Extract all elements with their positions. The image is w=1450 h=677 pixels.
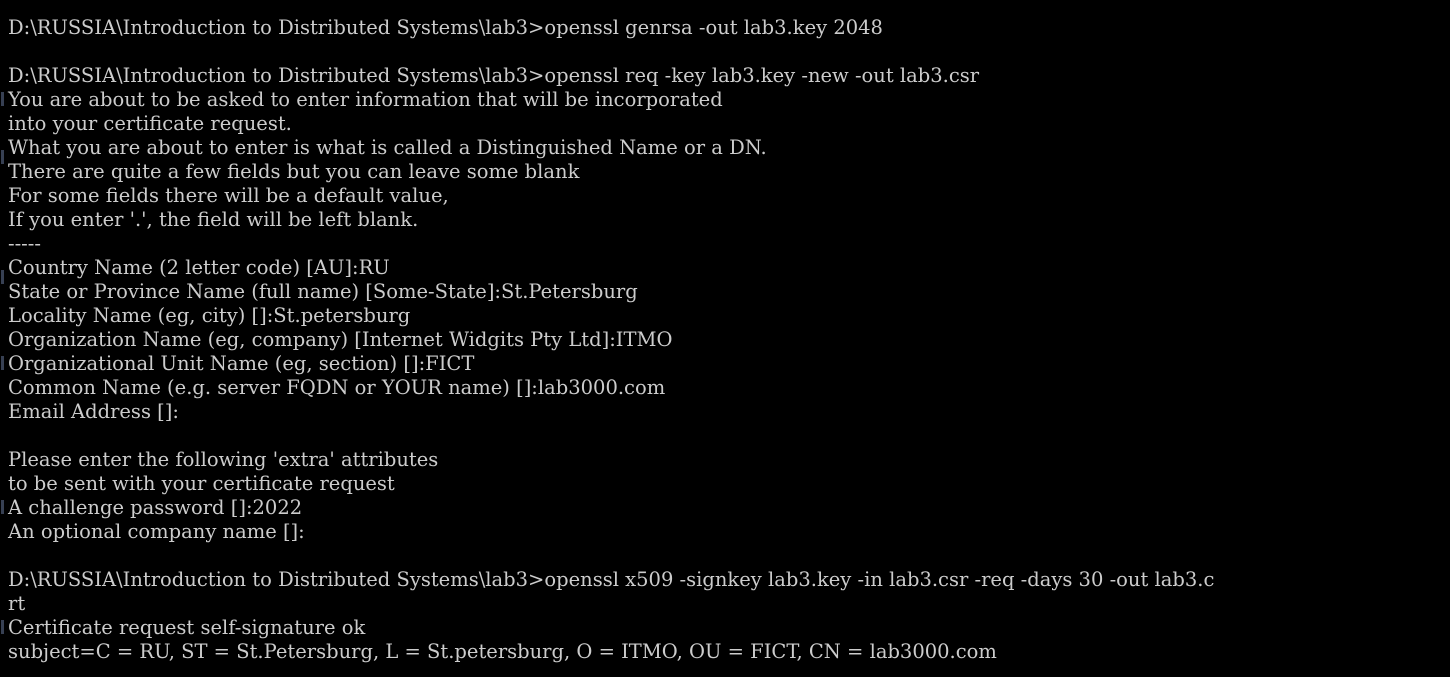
console-line: A challenge password []:2022 bbox=[8, 496, 303, 519]
console-line: Country Name (2 letter code) [AU]:RU bbox=[8, 256, 390, 279]
console-line: to be sent with your certificate request bbox=[8, 472, 395, 495]
console-line: Common Name (e.g. server FQDN or YOUR na… bbox=[8, 376, 666, 399]
console-line: You are about to be asked to enter infor… bbox=[8, 88, 723, 111]
console-line: rt bbox=[8, 592, 26, 615]
console-line: ----- bbox=[8, 232, 41, 255]
console-line: What you are about to enter is what is c… bbox=[8, 136, 767, 159]
left-edge-artifacts bbox=[0, 0, 6, 677]
console-line: into your certificate request. bbox=[8, 112, 292, 135]
console-output: D:\RUSSIA\Introduction to Distributed Sy… bbox=[8, 16, 1450, 664]
console-window[interactable]: D:\RUSSIA\Introduction to Distributed Sy… bbox=[0, 0, 1450, 677]
console-line: For some fields there will be a default … bbox=[8, 184, 449, 207]
console-line: Certificate request self-signature ok bbox=[8, 616, 366, 639]
console-line: subject=C = RU, ST = St.Petersburg, L = … bbox=[8, 640, 997, 663]
console-line: State or Province Name (full name) [Some… bbox=[8, 280, 638, 303]
console-line: D:\RUSSIA\Introduction to Distributed Sy… bbox=[8, 64, 980, 87]
console-line: Locality Name (eg, city) []:St.petersbur… bbox=[8, 304, 411, 327]
console-line: An optional company name []: bbox=[8, 520, 305, 543]
console-line: Please enter the following 'extra' attri… bbox=[8, 448, 439, 471]
console-line: Email Address []: bbox=[8, 400, 179, 423]
console-line: If you enter '.', the field will be left… bbox=[8, 208, 419, 231]
console-line: There are quite a few fields but you can… bbox=[8, 160, 580, 183]
console-line: Organization Name (eg, company) [Interne… bbox=[8, 328, 673, 351]
console-line: D:\RUSSIA\Introduction to Distributed Sy… bbox=[8, 16, 883, 39]
console-line: Organizational Unit Name (eg, section) [… bbox=[8, 352, 475, 375]
console-line: D:\RUSSIA\Introduction to Distributed Sy… bbox=[8, 568, 1215, 591]
